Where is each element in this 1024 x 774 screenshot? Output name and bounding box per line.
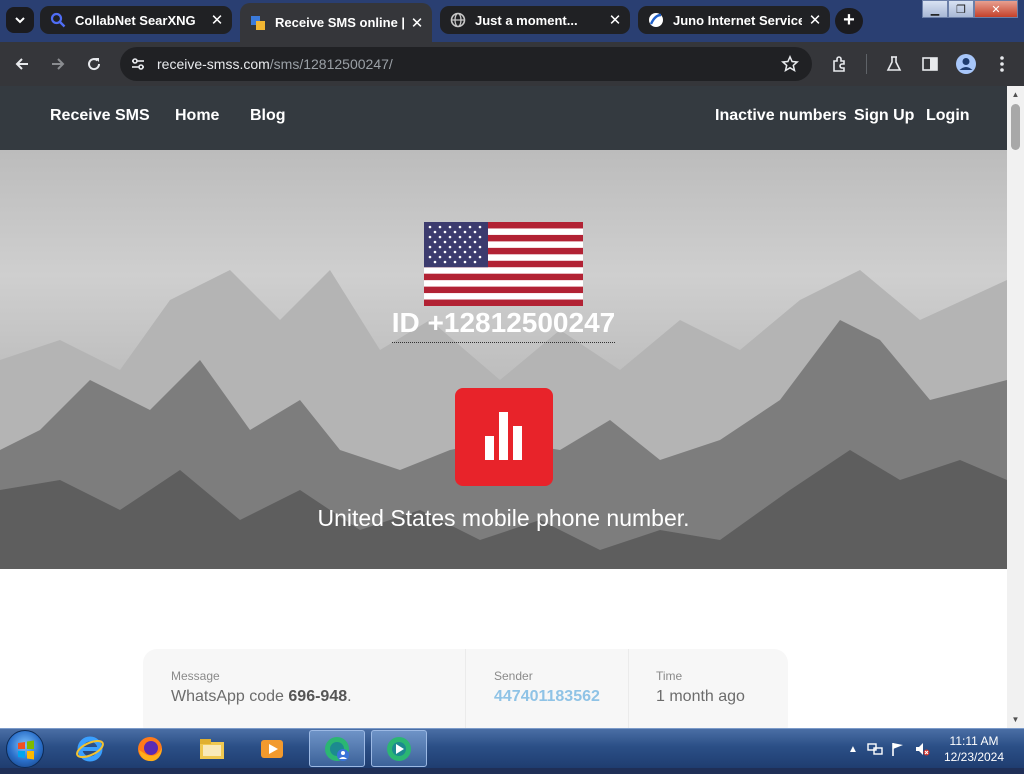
windows-taskbar: ▲ 11:11 AM 12/23/2024 (0, 728, 1024, 768)
message-prefix: WhatsApp code (171, 688, 289, 705)
message-row: Message WhatsApp code 696-948. Sender 44… (143, 649, 788, 728)
message-suffix: . (347, 688, 352, 705)
arrow-left-icon (15, 58, 28, 70)
search-icon (50, 12, 66, 28)
profile-button[interactable] (954, 52, 978, 76)
labs-button[interactable] (882, 52, 906, 76)
media-player-icon[interactable] (244, 730, 300, 767)
flask-icon (886, 56, 902, 71)
back-button[interactable] (10, 52, 34, 76)
hero-section: ID +12812500247 United States mobile pho… (0, 150, 1007, 569)
phone-id-heading: ID +12812500247 (0, 306, 1007, 343)
windows-logo-icon (18, 740, 34, 760)
browser-toolbar: receive-smss.com/sms/12812500247/ (0, 42, 1024, 86)
scroll-down-arrow-icon[interactable]: ▼ (1007, 711, 1024, 728)
minimize-button[interactable]: ▁ (922, 0, 948, 18)
volume-muted-icon[interactable] (914, 741, 930, 757)
forward-button[interactable] (46, 52, 70, 76)
reload-icon (88, 58, 101, 71)
page-viewport: Receive SMS Home Blog Inactive numbers S… (0, 86, 1024, 728)
internet-explorer-icon[interactable] (62, 730, 118, 767)
clock-time: 11:11 AM (949, 734, 999, 748)
reload-button[interactable] (82, 52, 106, 76)
message-text: WhatsApp code 696-948. (171, 688, 352, 705)
phone-id-text[interactable]: ID +12812500247 (391, 306, 616, 343)
sender-label: Sender (494, 669, 533, 683)
tab-title: Just a moment... (475, 12, 578, 28)
arrow-right-icon (52, 58, 65, 70)
nav-brand-link[interactable]: Receive SMS (50, 107, 150, 125)
globe-icon (450, 12, 466, 28)
column-divider (628, 649, 629, 728)
nav-login-link[interactable]: Login (926, 107, 970, 125)
action-center-flag-icon[interactable] (890, 741, 906, 757)
tab-strip: CollabNet SearXNG ✕ Receive SMS online |… (0, 0, 1024, 42)
close-tab-icon[interactable]: ✕ (606, 11, 624, 29)
tab-title: Receive SMS online | Te (275, 15, 404, 30)
chrome-app-icon[interactable] (371, 730, 427, 767)
tab-search-button[interactable] (6, 7, 34, 33)
toolbar-divider (866, 54, 867, 74)
tab-collabnet[interactable]: CollabNet SearXNG ✕ (40, 6, 232, 34)
window-controls: ▁ ❐ ✕ (922, 0, 1018, 20)
url-domain: receive-smss.com (157, 56, 270, 72)
page-scrollbar[interactable]: ▲ ▼ (1007, 86, 1024, 728)
url-text: receive-smss.com/sms/12812500247/ (157, 56, 393, 72)
nav-blog-link[interactable]: Blog (250, 107, 286, 125)
close-tab-icon[interactable]: ✕ (208, 11, 226, 29)
url-path: /sms/12812500247/ (269, 56, 393, 72)
bookmark-star-icon[interactable] (780, 54, 800, 74)
scrollbar-thumb[interactable] (1011, 104, 1020, 150)
close-tab-icon[interactable]: ✕ (408, 14, 426, 32)
nav-signup-link[interactable]: Sign Up (854, 107, 914, 125)
hero-subtitle: United States mobile phone number. (317, 505, 690, 531)
menu-button[interactable] (990, 52, 1014, 76)
address-bar[interactable]: receive-smss.com/sms/12812500247/ (120, 47, 812, 81)
site-settings-icon[interactable] (128, 54, 148, 74)
side-panel-icon (922, 57, 938, 71)
column-divider (465, 649, 466, 728)
site-navbar: Receive SMS Home Blog Inactive numbers S… (0, 86, 1007, 150)
tab-title: Juno Internet Service- V (673, 12, 802, 28)
scroll-up-arrow-icon[interactable]: ▲ (1007, 86, 1024, 103)
time-value: 1 month ago (656, 688, 745, 705)
sender-link[interactable]: 447401183562 (494, 688, 604, 705)
message-label: Message (171, 669, 220, 683)
close-window-button[interactable]: ✕ (974, 0, 1018, 18)
tab-title: CollabNet SearXNG (75, 12, 196, 28)
avatar-icon (956, 54, 976, 74)
puzzle-icon (833, 56, 845, 72)
time-label: Time (656, 669, 683, 683)
clock-date: 12/23/2024 (943, 750, 1005, 764)
extensions-button[interactable] (828, 52, 852, 76)
receive-sms-favicon (250, 15, 266, 31)
us-flag-icon (424, 222, 583, 306)
firefox-icon[interactable] (122, 730, 178, 767)
tab-juno[interactable]: Juno Internet Service- V ✕ (638, 6, 830, 34)
side-panel-button[interactable] (918, 52, 942, 76)
show-hidden-icons-icon[interactable]: ▲ (845, 741, 861, 757)
verification-code: 696-948 (288, 688, 348, 705)
nav-inactive-numbers-link[interactable]: Inactive numbers (715, 107, 847, 125)
taskbar-clock[interactable]: 11:11 AM 12/23/2024 (934, 733, 1014, 765)
tab-receive-sms[interactable]: Receive SMS online | Te ✕ (240, 3, 432, 42)
close-tab-icon[interactable]: ✕ (806, 11, 824, 29)
kebab-menu-icon (1000, 56, 1004, 72)
file-explorer-icon[interactable] (184, 730, 240, 767)
juno-favicon (648, 12, 664, 28)
nav-home-link[interactable]: Home (175, 107, 219, 125)
network-icon[interactable] (867, 741, 883, 757)
new-tab-button[interactable]: + (835, 8, 863, 34)
chrome-app-icon[interactable] (309, 730, 365, 767)
chevron-down-icon (15, 17, 25, 24)
tab-just-a-moment[interactable]: Just a moment... ✕ (440, 6, 630, 34)
restore-button[interactable]: ❐ (948, 0, 974, 18)
bar-chart-icon[interactable] (455, 388, 553, 486)
start-button[interactable] (6, 730, 44, 768)
